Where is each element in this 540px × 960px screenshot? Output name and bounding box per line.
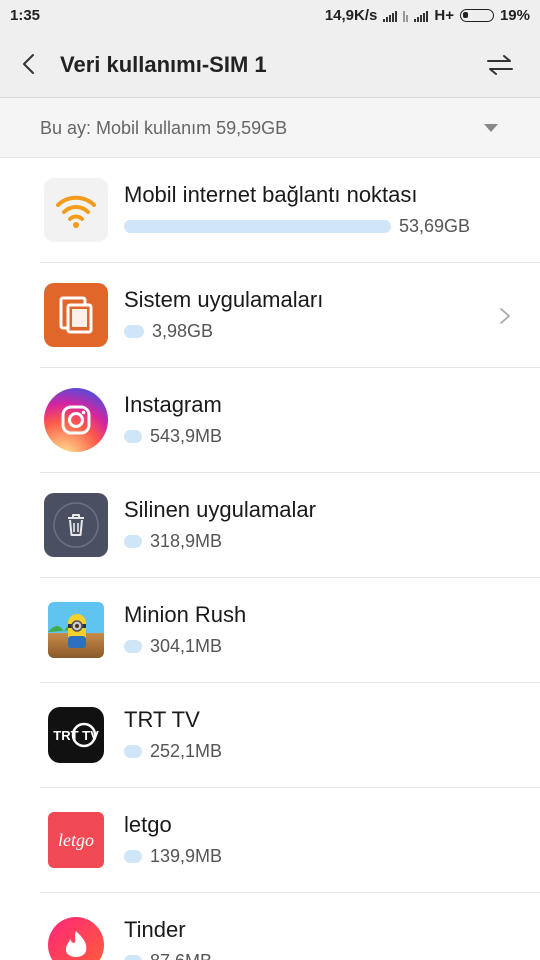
usage-value: 543,9MB	[150, 426, 223, 446]
dropdown-caret-icon	[484, 124, 498, 132]
minion-rush-icon	[48, 602, 104, 658]
back-arrow-icon[interactable]	[18, 52, 42, 76]
app-bar: Veri kullanımı-SIM 1	[0, 30, 540, 98]
list-item[interactable]: Instagram 543,9MB	[0, 368, 540, 473]
app-name: Silinen uygulamalar	[124, 497, 316, 522]
trash-icon	[44, 493, 108, 557]
usage-value: 87,6MB	[150, 951, 212, 960]
network-speed: 14,9K/s	[324, 7, 378, 24]
usage-value: 318,9MB	[150, 531, 223, 551]
page-title: Veri kullanımı-SIM 1	[60, 52, 267, 77]
signal-icon	[383, 10, 398, 22]
trt-tv-icon: TRT TV	[48, 707, 104, 763]
usage-bar	[124, 640, 142, 653]
usage-value: 304,1MB	[150, 636, 223, 656]
svg-text:TRT TV: TRT TV	[53, 728, 99, 743]
usage-bar	[124, 535, 142, 548]
instagram-icon	[44, 388, 108, 452]
list-item[interactable]: Mobil internet bağlantı noktası 53,69GB	[0, 158, 540, 263]
battery-percent: 19%	[499, 7, 530, 24]
app-name: Mobil internet bağlantı noktası	[124, 182, 418, 207]
status-time: 1:35	[10, 7, 41, 24]
usage-bar	[124, 430, 142, 443]
usage-bar	[124, 850, 142, 863]
usage-bar	[124, 325, 144, 338]
usage-bar	[124, 745, 142, 758]
network-type: H+	[434, 7, 454, 24]
letgo-icon: letgo	[48, 812, 104, 868]
period-filter-label: Bu ay: Mobil kullanım 59,59GB	[40, 118, 288, 138]
chevron-right-icon	[500, 308, 510, 324]
list-item[interactable]: letgo letgo 139,9MB	[0, 788, 540, 893]
usage-info: 304,1MB	[124, 636, 222, 657]
signal-icon	[414, 10, 429, 22]
swap-sim-icon[interactable]	[486, 54, 514, 76]
signal-muted-icon	[403, 10, 409, 22]
wifi-icon	[44, 178, 108, 242]
app-name: Minion Rush	[124, 602, 247, 627]
list-item[interactable]: Tinder 87,6MB	[0, 893, 540, 960]
list-item[interactable]: Minion Rush 304,1MB	[0, 578, 540, 683]
battery-icon	[459, 9, 494, 22]
period-filter[interactable]: Bu ay: Mobil kullanım 59,59GB	[0, 98, 540, 158]
usage-value: 252,1MB	[150, 741, 223, 761]
app-name: Tinder	[124, 917, 186, 942]
usage-info: 543,9MB	[124, 426, 222, 447]
usage-value: 53,69GB	[399, 216, 471, 236]
usage-info: 139,9MB	[124, 846, 222, 867]
system-apps-icon	[44, 283, 108, 347]
svg-text:letgo: letgo	[58, 830, 94, 850]
usage-info: 318,9MB	[124, 531, 222, 552]
usage-bar	[124, 220, 391, 233]
usage-info: 3,98GB	[124, 321, 213, 342]
list-item[interactable]: Sistem uygulamaları 3,98GB	[0, 263, 540, 368]
app-name: letgo	[124, 812, 172, 837]
status-right: 14,9K/s H+ 19%	[325, 7, 530, 24]
tinder-icon	[48, 917, 104, 960]
usage-info: 252,1MB	[124, 741, 222, 762]
usage-value: 139,9MB	[150, 846, 223, 866]
usage-info: 87,6MB	[124, 951, 212, 960]
usage-info: 53,69GB	[124, 216, 470, 237]
usage-value: 3,98GB	[152, 321, 214, 341]
list-item[interactable]: Silinen uygulamalar 318,9MB	[0, 473, 540, 578]
app-usage-list: Mobil internet bağlantı noktası 53,69GB …	[0, 158, 540, 960]
app-name: Sistem uygulamaları	[124, 287, 324, 312]
status-bar: 1:35 14,9K/s H+ 19%	[0, 0, 540, 30]
list-item[interactable]: TRT TV TRT TV 252,1MB	[0, 683, 540, 788]
app-name: TRT TV	[124, 707, 200, 732]
app-name: Instagram	[124, 392, 222, 417]
usage-bar	[124, 955, 142, 960]
